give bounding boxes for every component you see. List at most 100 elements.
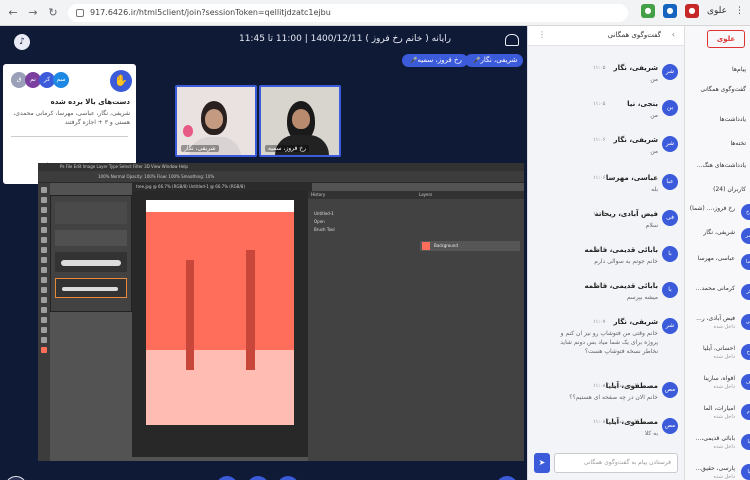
user-row[interactable]: رخ رخ فروز،... (شما): [685, 202, 750, 224]
history-panel-tab: History: [308, 191, 416, 199]
user-row[interactable]: ام امیارات، الما داخل شده: [685, 402, 750, 424]
raise-hand-icon[interactable]: ✋: [110, 70, 132, 92]
extension-icon[interactable]: ●: [640, 4, 655, 18]
message-text: من: [650, 76, 658, 83]
camera-name: رخ فروز، سمیه: [265, 145, 310, 152]
nav-item-shared-notes[interactable]: یادداشت‌های هنگ...: [697, 162, 746, 169]
meeting-title: رایانه ( خانم رخ فروز ) 1400/12/11 | 11:…: [238, 34, 451, 44]
user-name: افواه، سارینا: [703, 375, 735, 382]
nav-item-boards[interactable]: تخته‌ها: [730, 140, 746, 147]
user-row[interactable]: عبا عباسی، مهرسا: [685, 252, 750, 274]
message-author: شریفی، نگار: [613, 136, 658, 144]
tool-icon: [41, 247, 47, 253]
message-author: عباسی، مهرسا: [605, 174, 658, 182]
user-name: شریفی، نگار: [703, 229, 735, 236]
image-region: [146, 350, 294, 425]
user-row[interactable]: کر کرمانی محمد...: [685, 282, 750, 304]
message-time: ۱۱:۰۶: [593, 137, 606, 143]
lock-icon: [76, 8, 84, 17]
extension-icon[interactable]: ●: [662, 4, 677, 18]
message-author: شریفی، نگار: [613, 318, 658, 326]
send-icon[interactable]: ➤: [534, 453, 550, 473]
camera-button[interactable]: ◼: [216, 476, 238, 480]
user-status: داخل شده: [713, 384, 735, 390]
raise-hand-button[interactable]: ✋: [5, 476, 27, 480]
brush-stroke-preview: [55, 252, 127, 272]
user-row[interactable]: با بابائی قدیمی،... داخل شده: [685, 432, 750, 454]
back-icon[interactable]: ←: [6, 6, 20, 20]
meeting-area: ♪ رایانه ( خانم رخ فروز ) 1400/12/11 | 1…: [0, 26, 527, 480]
nav-item-notes[interactable]: یادداشت‌ها: [720, 116, 746, 123]
tool-icon: [41, 217, 47, 223]
message-text: من: [650, 148, 658, 155]
user-row[interactable]: اح احسانی، آیلیا داخل شده: [685, 342, 750, 364]
avatar: سم: [53, 72, 69, 88]
phone-button[interactable]: ✆: [247, 476, 269, 480]
avatar: پا: [741, 464, 750, 480]
user-name: بابائی قدیمی،...: [695, 435, 735, 442]
camera-tile[interactable]: رخ فروز، سمیه: [259, 85, 341, 157]
user-row[interactable]: فی فیض آبادی، ر... داخل شده: [685, 312, 750, 334]
user-row[interactable]: پا پارسی، حقیق... داخل شده: [685, 462, 750, 480]
photoshop-toolbar: [38, 183, 50, 461]
message-time: ۱۱:۰۶: [593, 175, 606, 181]
forward-icon[interactable]: →: [26, 6, 40, 20]
message-text: خانم وقتی من فتوشاپ رو نیز ان کنم و پروژ…: [560, 330, 658, 355]
message-time: ۱۱:۰۷: [593, 211, 606, 217]
talking-indicator: رخ فروز، سمیه: [402, 54, 468, 67]
avatar: شر: [741, 228, 750, 244]
more-icon[interactable]: ⋮: [538, 30, 546, 39]
message-time: (مدیر تدریس) ۱۱:۰۸: [593, 419, 637, 425]
user-row[interactable]: اف افواه، سارینا داخل شده: [685, 372, 750, 394]
address-bar[interactable]: 917.6426.ir/html5client/join?sessionToke…: [68, 3, 628, 22]
participant-video: [183, 125, 193, 137]
tool-icon: [41, 267, 47, 273]
divider: [11, 136, 128, 137]
brush-stroke: [62, 287, 118, 291]
app-root: ← → ↻ 917.6426.ir/html5client/join?sessi…: [0, 0, 750, 480]
url-text: 917.6426.ir/html5client/join?sessionToke…: [90, 7, 331, 17]
nav-item-public-chat[interactable]: گفت‌وگوی همگانی: [700, 86, 746, 93]
document-tabs: tree.jpg @ 66.7% (RGB/8) Untitled-1 @ 66…: [132, 183, 312, 191]
message-time: ۱۱:۰۵: [593, 101, 606, 107]
participant-video: [205, 109, 223, 129]
users-header: کاربران (24): [713, 186, 746, 193]
extension-icon[interactable]: ●: [684, 4, 699, 18]
chat-input[interactable]: فرستادن پیام به گفت‌وگوی همگانی: [554, 453, 678, 473]
document-image: [146, 200, 294, 425]
extension-label[interactable]: علوی: [707, 6, 727, 16]
message-time: ۱۱:۰۷: [593, 247, 606, 253]
message-text: خانم جوتم به سوالی دارم: [594, 258, 658, 265]
chat-header: ⋮ گفت‌وگوی همگانی ‹: [528, 26, 685, 46]
user-name: احسانی، آیلیا: [702, 345, 735, 352]
camera-tile[interactable]: شریفی، نگار: [175, 85, 257, 157]
actions-button[interactable]: +: [496, 476, 518, 480]
menu-icon[interactable]: ⋮: [735, 6, 744, 16]
mic-button[interactable]: 🎤: [277, 476, 299, 480]
layer-name: Background: [434, 243, 458, 248]
avatar: فی: [662, 210, 678, 226]
message-text: من: [650, 112, 658, 119]
nav-item-messages[interactable]: پیام‌ها: [732, 66, 746, 73]
tool-icon: [41, 317, 47, 323]
user-name: امیارات، الما: [703, 405, 735, 412]
message-author: بنجی، نیا: [627, 100, 658, 108]
brush-stroke-preview: [55, 278, 127, 298]
user-status: داخل شده: [713, 324, 735, 330]
brush-settings-popup: [50, 195, 132, 312]
reload-icon[interactable]: ↻: [46, 6, 60, 20]
user-row[interactable]: شر شریفی، نگار: [685, 226, 750, 248]
talking-indicator: شریفی، نگار: [465, 54, 524, 67]
browser-toolbar: ← → ↻ 917.6426.ir/html5client/join?sessi…: [0, 0, 750, 26]
camera-name: شریفی، نگار: [181, 145, 219, 152]
user-list-panel: علوی پیام‌ها گفت‌وگوی همگانی یادداشت‌ها …: [684, 26, 750, 480]
user-name: عباسی، مهرسا: [697, 255, 735, 262]
message-time: ۱۱:۰۷: [593, 319, 606, 325]
users-icon[interactable]: [505, 34, 519, 46]
avatar: بن: [662, 100, 678, 116]
chevron-left-icon[interactable]: ‹: [672, 30, 675, 39]
user-name: پارسی، حقیق...: [695, 465, 735, 472]
user-status: داخل شده: [713, 474, 735, 480]
avatar: با: [741, 434, 750, 450]
chat-title: گفت‌وگوی همگانی: [607, 31, 661, 39]
